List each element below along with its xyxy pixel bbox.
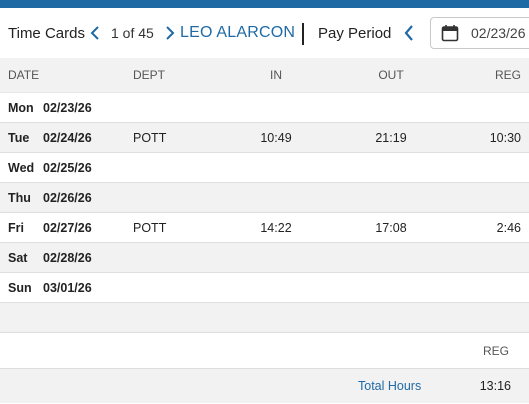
row-date: 02/24/26 [43,130,92,145]
row-date: 02/27/26 [43,220,92,235]
row-out: 17:08 [375,220,407,235]
table-row[interactable]: Tue 02/24/26 POTT 10:49 21:19 10:30 [0,123,529,153]
summary-header: REG [0,333,529,368]
row-in: 10:49 [260,130,292,145]
row-day: Fri [8,220,24,235]
row-day: Tue [8,130,30,145]
table-row[interactable]: Thu 02/26/26 [0,183,529,213]
table-header: DATE DEPT IN OUT REG [0,58,529,93]
top-accent-bar [0,0,529,8]
row-dept: POTT [133,130,167,145]
chevron-left-icon [404,25,413,41]
summary-reg-header: REG [482,343,509,358]
toolbar-divider [302,23,304,45]
total-hours-label: Total Hours [358,379,422,393]
row-out [361,243,421,272]
row-date: 02/25/26 [43,160,92,175]
total-hours-value: 13:16 [479,379,511,393]
row-out: 21:19 [375,130,407,145]
next-record-button[interactable] [161,8,179,58]
row-in [246,243,306,272]
pay-period-date-picker[interactable]: 02/23/26 [430,17,529,49]
row-out [361,93,421,122]
total-hours-row: Total Hours 13:16 [0,368,529,403]
row-day: Mon [8,100,34,115]
previous-record-button[interactable] [86,8,104,58]
row-date: 02/23/26 [43,100,92,115]
row-reg: 2:46 [496,220,521,235]
row-day: Sun [8,280,32,295]
table-row[interactable]: Sat 02/28/26 [0,243,529,273]
employee-name-link[interactable]: LEO ALARCON [180,8,295,58]
toolbar: Time Cards 1 of 45 LEO ALARCON Pay Perio… [0,8,529,58]
row-day: Sat [8,250,28,265]
row-reg: 10:30 [489,130,521,145]
row-day: Wed [8,160,35,175]
row-date: 02/28/26 [43,250,92,265]
column-header-out: OUT [378,68,404,82]
column-header-dept: DEPT [133,68,166,82]
row-out [361,153,421,182]
row-in [246,183,306,212]
row-dept: POTT [133,220,167,235]
chevron-right-icon [166,26,175,40]
row-date: 03/01/26 [43,280,92,295]
table-row[interactable]: Wed 02/25/26 [0,153,529,183]
column-header-reg: REG [494,68,521,82]
row-in [246,153,306,182]
column-header-in: IN [270,68,282,82]
pay-period-label: Pay Period [318,24,392,42]
table-row[interactable]: Sun 03/01/26 [0,273,529,303]
row-date: 02/26/26 [43,190,92,205]
record-count: 1 of 45 [111,25,154,41]
column-header-date: DATE [8,68,40,82]
row-in [246,273,306,302]
row-in: 14:22 [260,220,292,235]
row-day: Thu [8,190,31,205]
page-title: Time Cards [8,24,85,42]
date-value: 02/23/26 [471,25,526,41]
row-out [361,183,421,212]
row-in [246,93,306,122]
table-row[interactable]: Fri 02/27/26 POTT 14:22 17:08 2:46 [0,213,529,243]
calendar-icon [441,25,459,42]
timecard-table: DATE DEPT IN OUT REG Mon 02/23/26 Tue 02… [0,58,529,403]
previous-period-button[interactable] [400,8,418,58]
row-out [361,273,421,302]
table-row[interactable]: Mon 02/23/26 [0,93,529,123]
blank-separator-row [0,303,529,333]
chevron-left-icon [90,26,99,40]
